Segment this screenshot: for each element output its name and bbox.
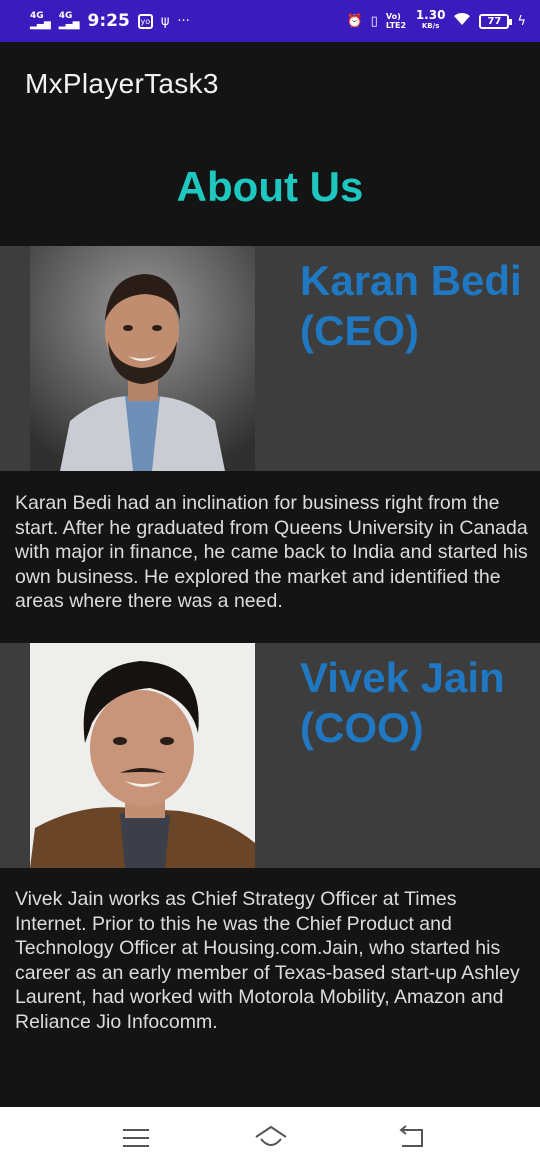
overflow-notifications: ··· — [177, 13, 190, 29]
person-photo-karan-bedi — [30, 246, 255, 471]
back-icon[interactable] — [396, 1125, 426, 1151]
person-name-line: Vivek Jain — [300, 654, 505, 701]
app-bar: MxPlayerTask3 — [0, 42, 540, 128]
person-role: (COO) — [300, 704, 424, 751]
menu-icon[interactable] — [121, 1125, 151, 1151]
network-indicator-2: 4G ▂▄▆ — [58, 11, 80, 30]
charging-icon: ϟ — [517, 13, 526, 29]
status-right: ⏰ ▯ Vo) LTE2 1.30 KB/s 77 ϟ — [346, 8, 526, 32]
clock: 9:25 — [87, 11, 130, 31]
person-name-line: Karan Bedi — [300, 257, 522, 304]
page-heading: About Us — [176, 163, 364, 210]
volte-indicator: Vo) LTE2 — [385, 12, 407, 30]
person-photo-vivek-jain — [30, 643, 255, 868]
signal-icon: ▂▄▆ — [30, 20, 51, 30]
status-left: 4G ▂▄▆ 4G ▂▄▆ 9:25 yo ψ ··· — [30, 11, 190, 31]
person-name-coo: Vivek Jain (COO) — [300, 653, 535, 753]
status-bar: 4G ▂▄▆ 4G ▂▄▆ 9:25 yo ψ ··· ⏰ ▯ Vo) LTE2… — [0, 0, 540, 42]
person-bio-coo: Vivek Jain works as Chief Strategy Offic… — [15, 888, 520, 1033]
system-nav-bar — [0, 1107, 540, 1170]
usb-icon: ψ — [160, 13, 170, 29]
app-title: MxPlayerTask3 — [25, 68, 219, 99]
signal-icon: ▂▄▆ — [58, 20, 80, 30]
person-role: (CEO) — [300, 307, 419, 354]
person-card-coo: Vivek Jain (COO) — [0, 643, 540, 868]
alarm-icon: ⏰ — [346, 13, 363, 29]
battery-icon: 77 — [479, 13, 513, 29]
home-icon[interactable] — [254, 1125, 287, 1151]
person-name-ceo: Karan Bedi (CEO) — [300, 256, 535, 356]
vibrate-icon: ▯ — [370, 13, 378, 29]
person-bio-ceo: Karan Bedi had an inclination for busine… — [15, 492, 528, 612]
network-indicator-1: 4G ▂▄▆ — [30, 11, 51, 30]
person-card-ceo: Karan Bedi (CEO) — [0, 246, 540, 471]
wifi-icon — [453, 12, 471, 30]
network-speed: 1.30 KB/s — [415, 8, 446, 30]
notification-app-icon: yo — [137, 13, 153, 29]
